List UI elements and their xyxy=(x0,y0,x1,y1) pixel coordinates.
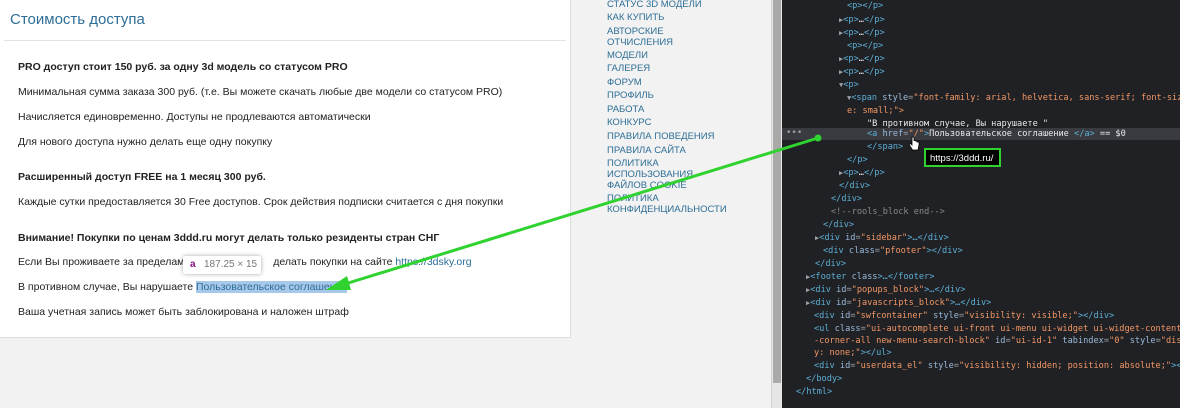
href-tooltip: https://3ddd.ru/ xyxy=(924,148,1001,167)
dom-line[interactable]: <div id="swfcontainer" style="visibility… xyxy=(814,311,1114,321)
dom-line[interactable]: </p> xyxy=(847,155,868,165)
dom-line[interactable]: ▶<div id="popups_block">…</div> xyxy=(806,285,966,295)
dom-line[interactable]: </body> xyxy=(806,374,842,384)
dom-line[interactable]: ▶<p>…</p> xyxy=(839,28,885,38)
warning-heading: Внимание! Покупки по ценам 3ddd.ru могут… xyxy=(18,232,440,244)
dom-line[interactable]: ▶<div id="javascripts_block">…</div> xyxy=(806,298,991,308)
dom-line[interactable]: ▶<div id="sidebar">…</div> xyxy=(815,233,949,243)
free-heading: Расширенный доступ FREE на 1 месяц 300 р… xyxy=(18,171,266,183)
dom-line[interactable]: </span> xyxy=(867,142,903,152)
menu-item-forum[interactable]: Форум xyxy=(607,77,642,88)
dom-line[interactable]: </div> xyxy=(823,220,854,230)
dom-line[interactable]: ▶<footer class>…</footer> xyxy=(806,272,934,282)
menu-item-site-rules[interactable]: Правила сайта xyxy=(607,145,686,156)
pro-heading: PRO доступ стоит 150 руб. за одну 3d мод… xyxy=(18,61,348,73)
dom-line[interactable]: </div> xyxy=(839,181,870,191)
dom-line[interactable]: <div id="userdata_el" style="visibility:… xyxy=(814,361,1180,371)
dom-line[interactable]: <p></p> xyxy=(847,41,883,51)
menu-item-work[interactable]: Работа xyxy=(607,104,644,115)
3dsky-link[interactable]: https://3dsky.org xyxy=(395,256,471,268)
dom-line[interactable]: "В противном случае, Вы нарушаете " xyxy=(867,119,1048,129)
dom-line[interactable]: </div> xyxy=(815,259,846,269)
dom-line[interactable]: ▼<p> xyxy=(839,80,859,90)
page-title: Стоимость доступа xyxy=(10,11,145,28)
dom-comment-line[interactable]: <!--rools_block end--> xyxy=(831,207,945,217)
page-scrollbar[interactable] xyxy=(771,0,782,408)
menu-item-contest[interactable]: Конкурс xyxy=(607,117,651,128)
hand-cursor-icon xyxy=(908,136,920,151)
dom-line[interactable]: </html> xyxy=(796,387,832,397)
one-time-text: Начисляется единовременно. Доступы не пр… xyxy=(18,111,371,123)
menu-item-models[interactable]: Модели xyxy=(607,50,648,61)
penalty-text: Ваша учетная запись может быть заблокиро… xyxy=(18,306,349,318)
dom-line[interactable]: -corner-all new-menu-search-block" id="u… xyxy=(814,336,1180,346)
dom-line[interactable]: ▶<p>…</p> xyxy=(839,67,885,77)
daily-text: Каждые сутки предоставляется 30 Free дос… xyxy=(18,196,504,208)
dom-line[interactable]: y: none;"></ul> xyxy=(814,348,892,358)
sidebar-menu: Статус 3D модели Как купить Авторские от… xyxy=(571,0,771,408)
devtools-elements-panel: ••• <p></p> ▶<p>…</p> ▶<p>…</p> <p></p> … xyxy=(782,0,1180,408)
element-inspect-tooltip: a 187.25 × 15 xyxy=(183,256,261,274)
scrollbar-thumb[interactable] xyxy=(773,0,781,383)
menu-item-how-to-buy[interactable]: Как купить xyxy=(607,12,664,23)
otherwise-text: В противном случае, Вы нарушаете Пользов… xyxy=(18,281,348,293)
menu-item-conduct-rules[interactable]: Правила поведения xyxy=(607,131,714,142)
user-agreement-link[interactable]: Пользовательское соглашение xyxy=(195,281,348,293)
dom-line[interactable]: <div class="pfooter"></div> xyxy=(823,246,963,256)
menu-item-royalties[interactable]: Авторские отчисления xyxy=(607,26,717,48)
dom-line[interactable]: ▶<p>…</p> xyxy=(839,168,885,178)
new-access-text: Для нового доступа нужно делать еще одну… xyxy=(18,136,273,148)
tooltip-size: 187.25 × 15 xyxy=(204,259,258,270)
dom-line[interactable]: <ul class="ui-autocomplete ui-front ui-m… xyxy=(814,324,1180,334)
dom-line-selected[interactable]: <a href="/">Пользовательское соглашение … xyxy=(867,129,1126,139)
more-dots-icon[interactable]: ••• xyxy=(786,128,802,138)
menu-item-privacy-policy[interactable]: Политика конфиденциальности xyxy=(607,193,747,215)
dom-line[interactable]: ▶<p>…</p> xyxy=(839,54,885,64)
tooltip-tag: a xyxy=(190,259,196,270)
menu-item-model-status[interactable]: Статус 3D модели xyxy=(607,0,702,10)
dom-line[interactable]: ▼<span style="font-family: arial, helvet… xyxy=(847,93,1180,103)
dom-line[interactable]: <p></p> xyxy=(847,1,883,11)
dom-line[interactable]: </div> xyxy=(831,194,862,204)
menu-item-cookie-policy[interactable]: Политика использования файлов cookie xyxy=(607,158,717,191)
content-panel: Стоимость доступа PRO доступ стоит 150 р… xyxy=(0,0,571,338)
menu-item-gallery[interactable]: Галерея xyxy=(607,63,650,74)
menu-item-profile[interactable]: Профиль xyxy=(607,90,654,101)
min-order-text: Минимальная сумма заказа 300 руб. (т.е. … xyxy=(18,86,503,98)
title-divider xyxy=(4,40,566,41)
dom-line: e: small;"> xyxy=(847,106,904,116)
dom-line[interactable]: ▶<p>…</p> xyxy=(839,15,885,25)
